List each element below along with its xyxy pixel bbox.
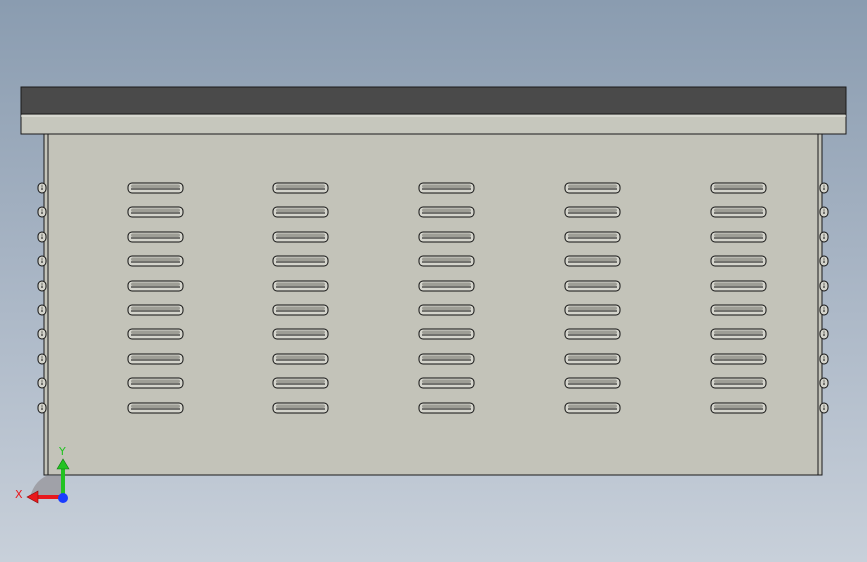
vent-slot — [418, 206, 475, 218]
side-vent-left — [37, 377, 47, 389]
vent-slot — [710, 280, 767, 292]
vent-slot — [710, 377, 767, 389]
vent-slot — [127, 182, 184, 194]
vent-slot — [127, 231, 184, 243]
side-vent-left — [37, 182, 47, 194]
vent-slot — [418, 304, 475, 316]
vent-slot — [564, 255, 621, 267]
vent-slot — [418, 255, 475, 267]
side-vent-right — [819, 304, 829, 316]
top-cap — [20, 86, 847, 115]
vent-slot — [272, 231, 329, 243]
z-axis-dot — [58, 493, 68, 503]
vent-slot — [127, 353, 184, 365]
side-vent-right — [819, 255, 829, 267]
vent-slot — [127, 280, 184, 292]
x-axis-label: X — [15, 488, 23, 501]
vent-slot — [564, 206, 621, 218]
top-band — [20, 113, 847, 135]
vent-slot — [272, 206, 329, 218]
vent-slot — [564, 231, 621, 243]
vent-slot — [272, 182, 329, 194]
vent-slot — [272, 304, 329, 316]
vent-slot — [564, 402, 621, 414]
vent-slot — [710, 255, 767, 267]
side-vent-left — [37, 280, 47, 292]
vent-slot — [127, 328, 184, 340]
vent-slot — [564, 304, 621, 316]
side-vent-right — [819, 328, 829, 340]
vent-slot — [418, 402, 475, 414]
vent-slot — [710, 402, 767, 414]
y-axis-label: Y — [58, 445, 66, 458]
vent-slot — [272, 255, 329, 267]
vent-slot — [710, 353, 767, 365]
side-vent-left — [37, 353, 47, 365]
vent-slot — [127, 402, 184, 414]
vent-slot — [272, 353, 329, 365]
vent-slot — [127, 304, 184, 316]
vent-slot — [564, 182, 621, 194]
vent-slot — [710, 231, 767, 243]
side-vent-left — [37, 304, 47, 316]
vent-slot — [418, 182, 475, 194]
vent-slot — [710, 182, 767, 194]
vent-slot — [710, 206, 767, 218]
vent-slot — [418, 353, 475, 365]
side-vent-left — [37, 255, 47, 267]
vent-slot — [564, 353, 621, 365]
vent-slot — [418, 328, 475, 340]
vent-slot — [272, 280, 329, 292]
vent-slot — [418, 231, 475, 243]
vent-slot — [710, 304, 767, 316]
side-vent-right — [819, 231, 829, 243]
side-vent-right — [819, 377, 829, 389]
vent-slot — [564, 328, 621, 340]
side-vent-right — [819, 353, 829, 365]
vent-slot — [564, 377, 621, 389]
vent-slot — [127, 206, 184, 218]
vent-slot — [272, 377, 329, 389]
enclosure-model[interactable] — [20, 86, 847, 476]
side-vent-left — [37, 328, 47, 340]
vent-slot — [564, 280, 621, 292]
vent-slot — [127, 377, 184, 389]
side-vent-right — [819, 402, 829, 414]
vent-slot — [710, 328, 767, 340]
side-vent-left — [37, 206, 47, 218]
side-vent-right — [819, 206, 829, 218]
side-vent-right — [819, 182, 829, 194]
vent-slot — [127, 255, 184, 267]
side-vent-left — [37, 402, 47, 414]
vent-slot — [272, 328, 329, 340]
vent-slot — [418, 377, 475, 389]
vent-slot — [272, 402, 329, 414]
graphics-viewport[interactable]: Y X — [0, 0, 867, 562]
side-vent-right — [819, 280, 829, 292]
side-vent-left — [37, 231, 47, 243]
vent-slot — [418, 280, 475, 292]
